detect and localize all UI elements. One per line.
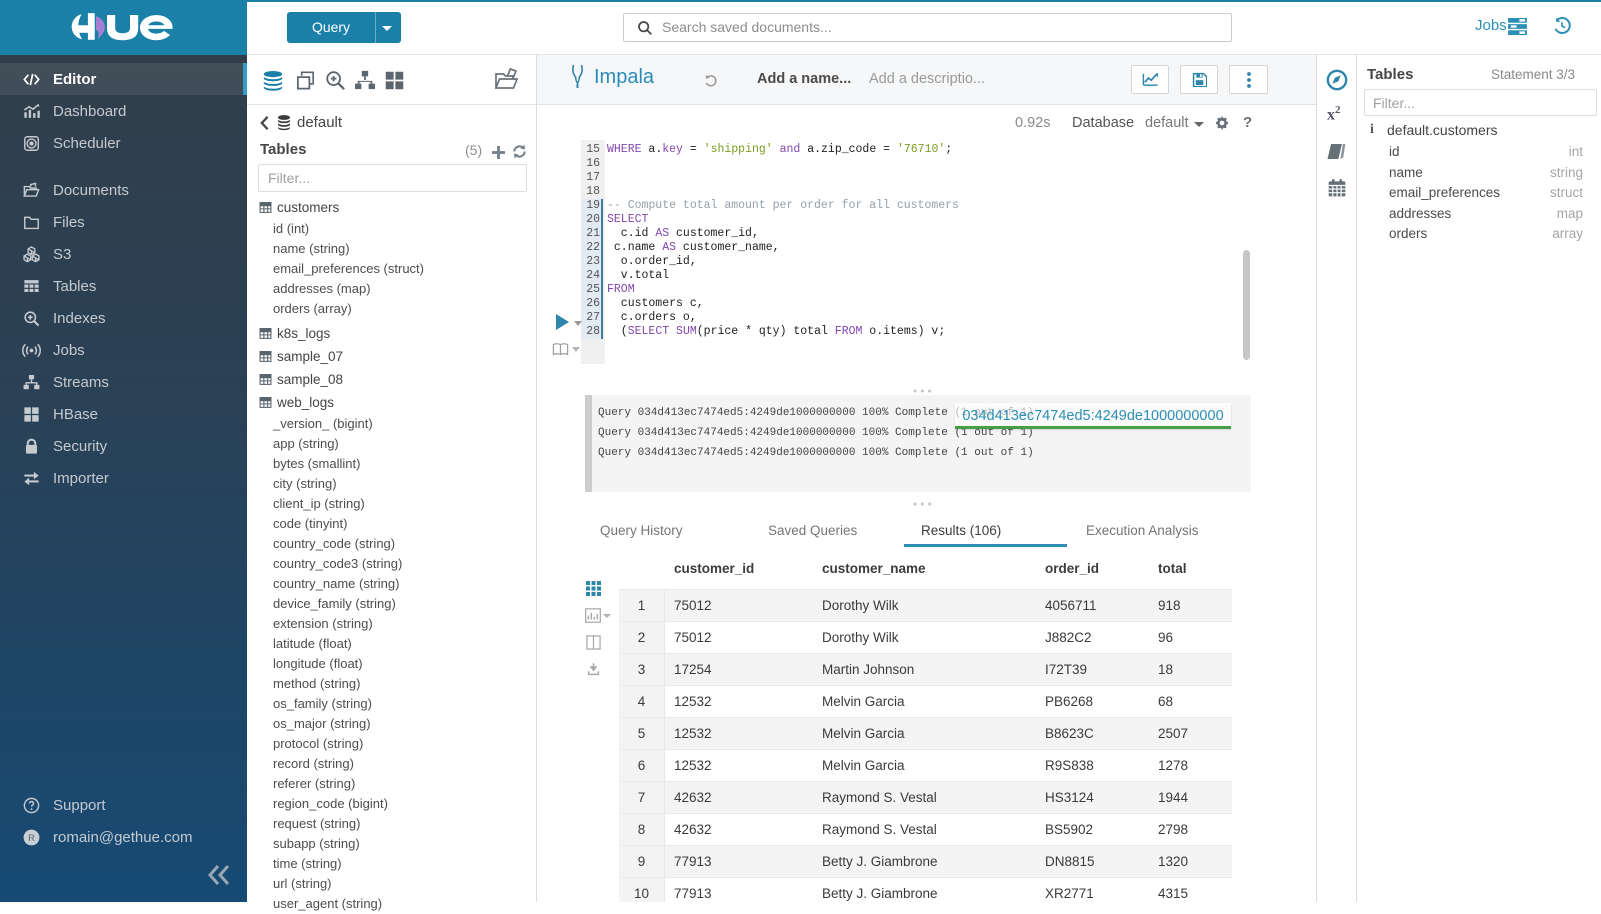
svg-text:R: R xyxy=(28,833,35,844)
